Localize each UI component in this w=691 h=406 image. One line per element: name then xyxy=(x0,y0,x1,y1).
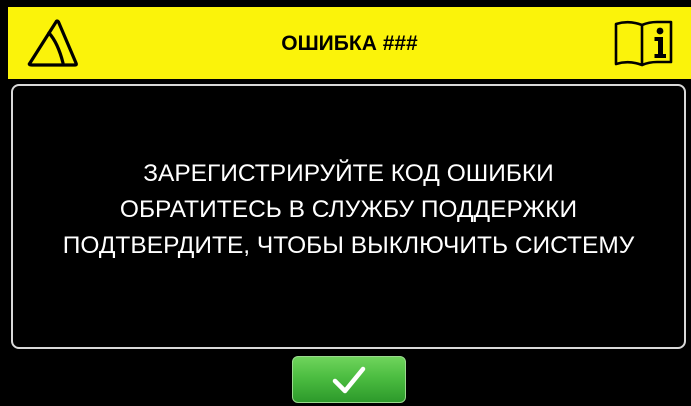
message-panel: ЗАРЕГИСТРИРУЙТЕ КОД ОШИБКИ ОБРАТИТЕСЬ В … xyxy=(11,84,686,349)
checkmark-icon xyxy=(332,366,366,394)
error-header: ОШИБКА ### xyxy=(8,7,691,79)
error-title: ОШИБКА ### xyxy=(281,32,418,55)
message-line-contact-support: ОБРАТИТЕСЬ В СЛУЖБУ ПОДДЕРЖКИ xyxy=(119,196,578,223)
error-message: ЗАРЕГИСТРИРУЙТЕ КОД ОШИБКИ ОБРАТИТЕСЬ В … xyxy=(13,156,684,264)
manual-info-icon[interactable] xyxy=(613,17,675,69)
warning-triangle-icon xyxy=(27,19,78,67)
message-line-register-code: ЗАРЕГИСТРИРУЙТЕ КОД ОШИБКИ xyxy=(143,160,554,187)
error-screen: ОШИБКА ### ЗАРЕГИСТРИРУЙТЕ КОД ОШИБКИ ОБ… xyxy=(8,7,691,406)
message-line-confirm-shutdown: ПОДТВЕРДИТЕ, ЧТОБЫ ВЫКЛЮЧИТЬ СИСТЕМУ xyxy=(62,232,635,259)
confirm-button[interactable] xyxy=(292,356,406,403)
